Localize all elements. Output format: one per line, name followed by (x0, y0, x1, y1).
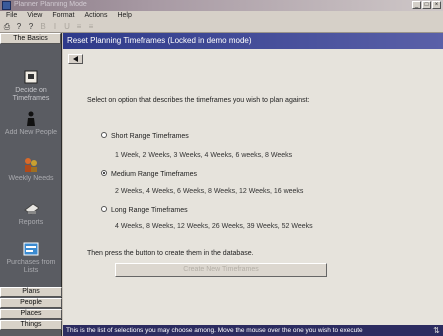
list-icon (23, 241, 39, 257)
calendar-icon (23, 69, 39, 85)
radio-button-checked[interactable] (101, 170, 107, 177)
underline-icon[interactable]: U (63, 22, 71, 31)
status-text: This is the list of selections you may c… (66, 327, 363, 334)
sidebar-item-label: Purchases from Lists (6, 259, 56, 274)
sidebar-item-add-people[interactable]: Add New People (0, 111, 62, 137)
radio-short-range[interactable]: Short Range Timeframes (101, 132, 189, 140)
radio-medium-range[interactable]: Medium Range Timeframes (101, 170, 197, 178)
status-bar: This is the list of selections you may c… (63, 325, 443, 336)
person-icon (23, 111, 39, 127)
status-icon: ⇅ (433, 326, 440, 335)
help-icon[interactable]: ? (27, 22, 35, 31)
minimize-button[interactable]: _ (412, 1, 421, 9)
back-button[interactable] (68, 54, 83, 64)
create-timeframes-button[interactable]: Create New Timeframes (115, 263, 327, 277)
printer-icon[interactable]: ⎙ (3, 22, 11, 32)
help-icon[interactable]: ? (15, 22, 23, 31)
radio-long-range[interactable]: Long Range Timeframes (101, 206, 188, 214)
radio-button[interactable] (101, 132, 107, 139)
tab-plans[interactable]: Plans (0, 287, 62, 297)
option-desc-medium: 2 Weeks, 4 Weeks, 6 Weeks, 8 Weeks, 12 W… (115, 188, 304, 195)
printer-icon (23, 201, 39, 217)
sidebar-item-label: Reports (18, 219, 44, 226)
tab-places[interactable]: Places (0, 309, 62, 319)
sidebar-item-label: Decide on Timeframes (12, 87, 50, 102)
option-label: Medium Range Timeframes (111, 171, 197, 178)
people-icon (23, 157, 39, 173)
align-icon[interactable]: ≡ (75, 22, 83, 31)
menu-help[interactable]: Help (117, 11, 131, 21)
menu-view[interactable]: View (27, 11, 42, 21)
sidebar-item-reports[interactable]: Reports (0, 201, 62, 227)
sidebar-item-label: Weekly Needs (8, 175, 54, 182)
option-desc-long: 4 Weeks, 8 Weeks, 12 Weeks, 26 Weeks, 39… (115, 223, 313, 230)
menu-format[interactable]: Format (52, 11, 74, 21)
option-desc-short: 1 Week, 2 Weeks, 3 Weeks, 4 Weeks, 6 wee… (115, 152, 293, 159)
menu-bar: File View Format Actions Help (0, 11, 443, 21)
sidebar-item-timeframes[interactable]: Decide on Timeframes (0, 69, 62, 103)
italic-icon[interactable]: I (51, 22, 59, 31)
sidebar-header[interactable]: The Basics (0, 33, 61, 44)
panel-title: Reset Planning Timeframes (Locked in dem… (63, 33, 443, 49)
close-button[interactable]: × (432, 1, 441, 9)
toolbar: ⎙ ? ? B I U ≡ ≡ (0, 21, 443, 33)
bold-icon[interactable]: B (39, 22, 47, 31)
title-bar: Planner Planning Mode _ □ × (0, 0, 443, 11)
back-arrow-icon (73, 56, 78, 62)
sidebar: The Basics Decide on Timeframes Add New … (0, 33, 62, 336)
option-label: Short Range Timeframes (111, 133, 189, 140)
option-label: Long Range Timeframes (111, 207, 188, 214)
radio-button[interactable] (101, 206, 107, 213)
menu-file[interactable]: File (6, 11, 17, 21)
maximize-button[interactable]: □ (422, 1, 431, 9)
align-icon[interactable]: ≡ (87, 22, 95, 31)
sidebar-item-weekly-needs[interactable]: Weekly Needs (0, 157, 62, 183)
tab-people[interactable]: People (0, 298, 62, 308)
sidebar-item-purchases[interactable]: Purchases from Lists (0, 241, 62, 275)
tab-things[interactable]: Things (0, 320, 62, 330)
instruction-text: Select on option that describes the time… (87, 97, 310, 104)
main-panel: Reset Planning Timeframes (Locked in dem… (63, 33, 443, 325)
window-title: Planner Planning Mode (14, 1, 87, 8)
then-text: Then press the button to create them in … (87, 250, 254, 257)
menu-actions[interactable]: Actions (85, 11, 108, 21)
app-icon (2, 1, 11, 10)
sidebar-item-label: Add New People (4, 129, 58, 136)
